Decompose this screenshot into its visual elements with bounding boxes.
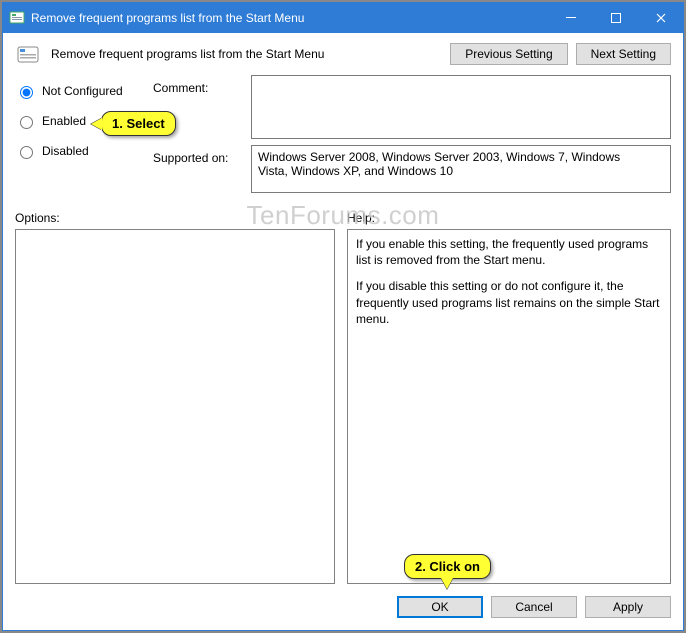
radio-not-configured-label: Not Configured — [42, 84, 123, 98]
radio-disabled[interactable]: Disabled — [15, 143, 145, 159]
minimize-button[interactable] — [548, 3, 593, 33]
radio-enabled-label: Enabled — [42, 114, 86, 128]
radio-disabled-label: Disabled — [42, 144, 89, 158]
close-button[interactable] — [638, 3, 683, 33]
state-radio-group: Not Configured Enabled 1. Select Disable… — [15, 75, 145, 173]
dialog-button-row: 2. Click on OK Cancel Apply — [15, 594, 671, 618]
apply-button[interactable]: Apply — [585, 596, 671, 618]
maximize-button[interactable] — [593, 3, 638, 33]
cancel-button[interactable]: Cancel — [491, 596, 577, 618]
radio-not-configured[interactable]: Not Configured — [15, 83, 145, 99]
comment-label: Comment: — [153, 75, 243, 95]
callout-select: 1. Select — [101, 111, 176, 136]
radio-enabled[interactable]: Enabled 1. Select — [15, 113, 145, 129]
radio-not-configured-input[interactable] — [20, 86, 33, 99]
callout-click-on: 2. Click on — [404, 554, 491, 579]
options-label: Options: — [15, 211, 335, 225]
help-pane: If you enable this setting, the frequent… — [347, 229, 671, 584]
previous-setting-button[interactable]: Previous Setting — [450, 43, 567, 65]
window-title: Remove frequent programs list from the S… — [31, 11, 548, 25]
policy-title: Remove frequent programs list from the S… — [51, 47, 442, 61]
policy-header: Remove frequent programs list from the S… — [15, 43, 671, 65]
ok-button[interactable]: OK — [397, 596, 483, 618]
next-setting-button[interactable]: Next Setting — [576, 43, 671, 65]
options-pane — [15, 229, 335, 584]
radio-disabled-input[interactable] — [20, 146, 33, 159]
titlebar: Remove frequent programs list from the S… — [3, 3, 683, 33]
policy-icon — [15, 43, 43, 65]
radio-enabled-input[interactable] — [20, 116, 33, 129]
comment-textarea[interactable] — [251, 75, 671, 139]
supported-on-label: Supported on: — [153, 145, 243, 165]
help-label: Help: — [347, 211, 375, 225]
supported-on-text — [251, 145, 671, 193]
help-paragraph: If you enable this setting, the frequent… — [356, 236, 662, 268]
help-paragraph: If you disable this setting or do not co… — [356, 278, 662, 327]
policy-editor-window: Remove frequent programs list from the S… — [2, 2, 684, 631]
app-icon — [9, 10, 25, 26]
